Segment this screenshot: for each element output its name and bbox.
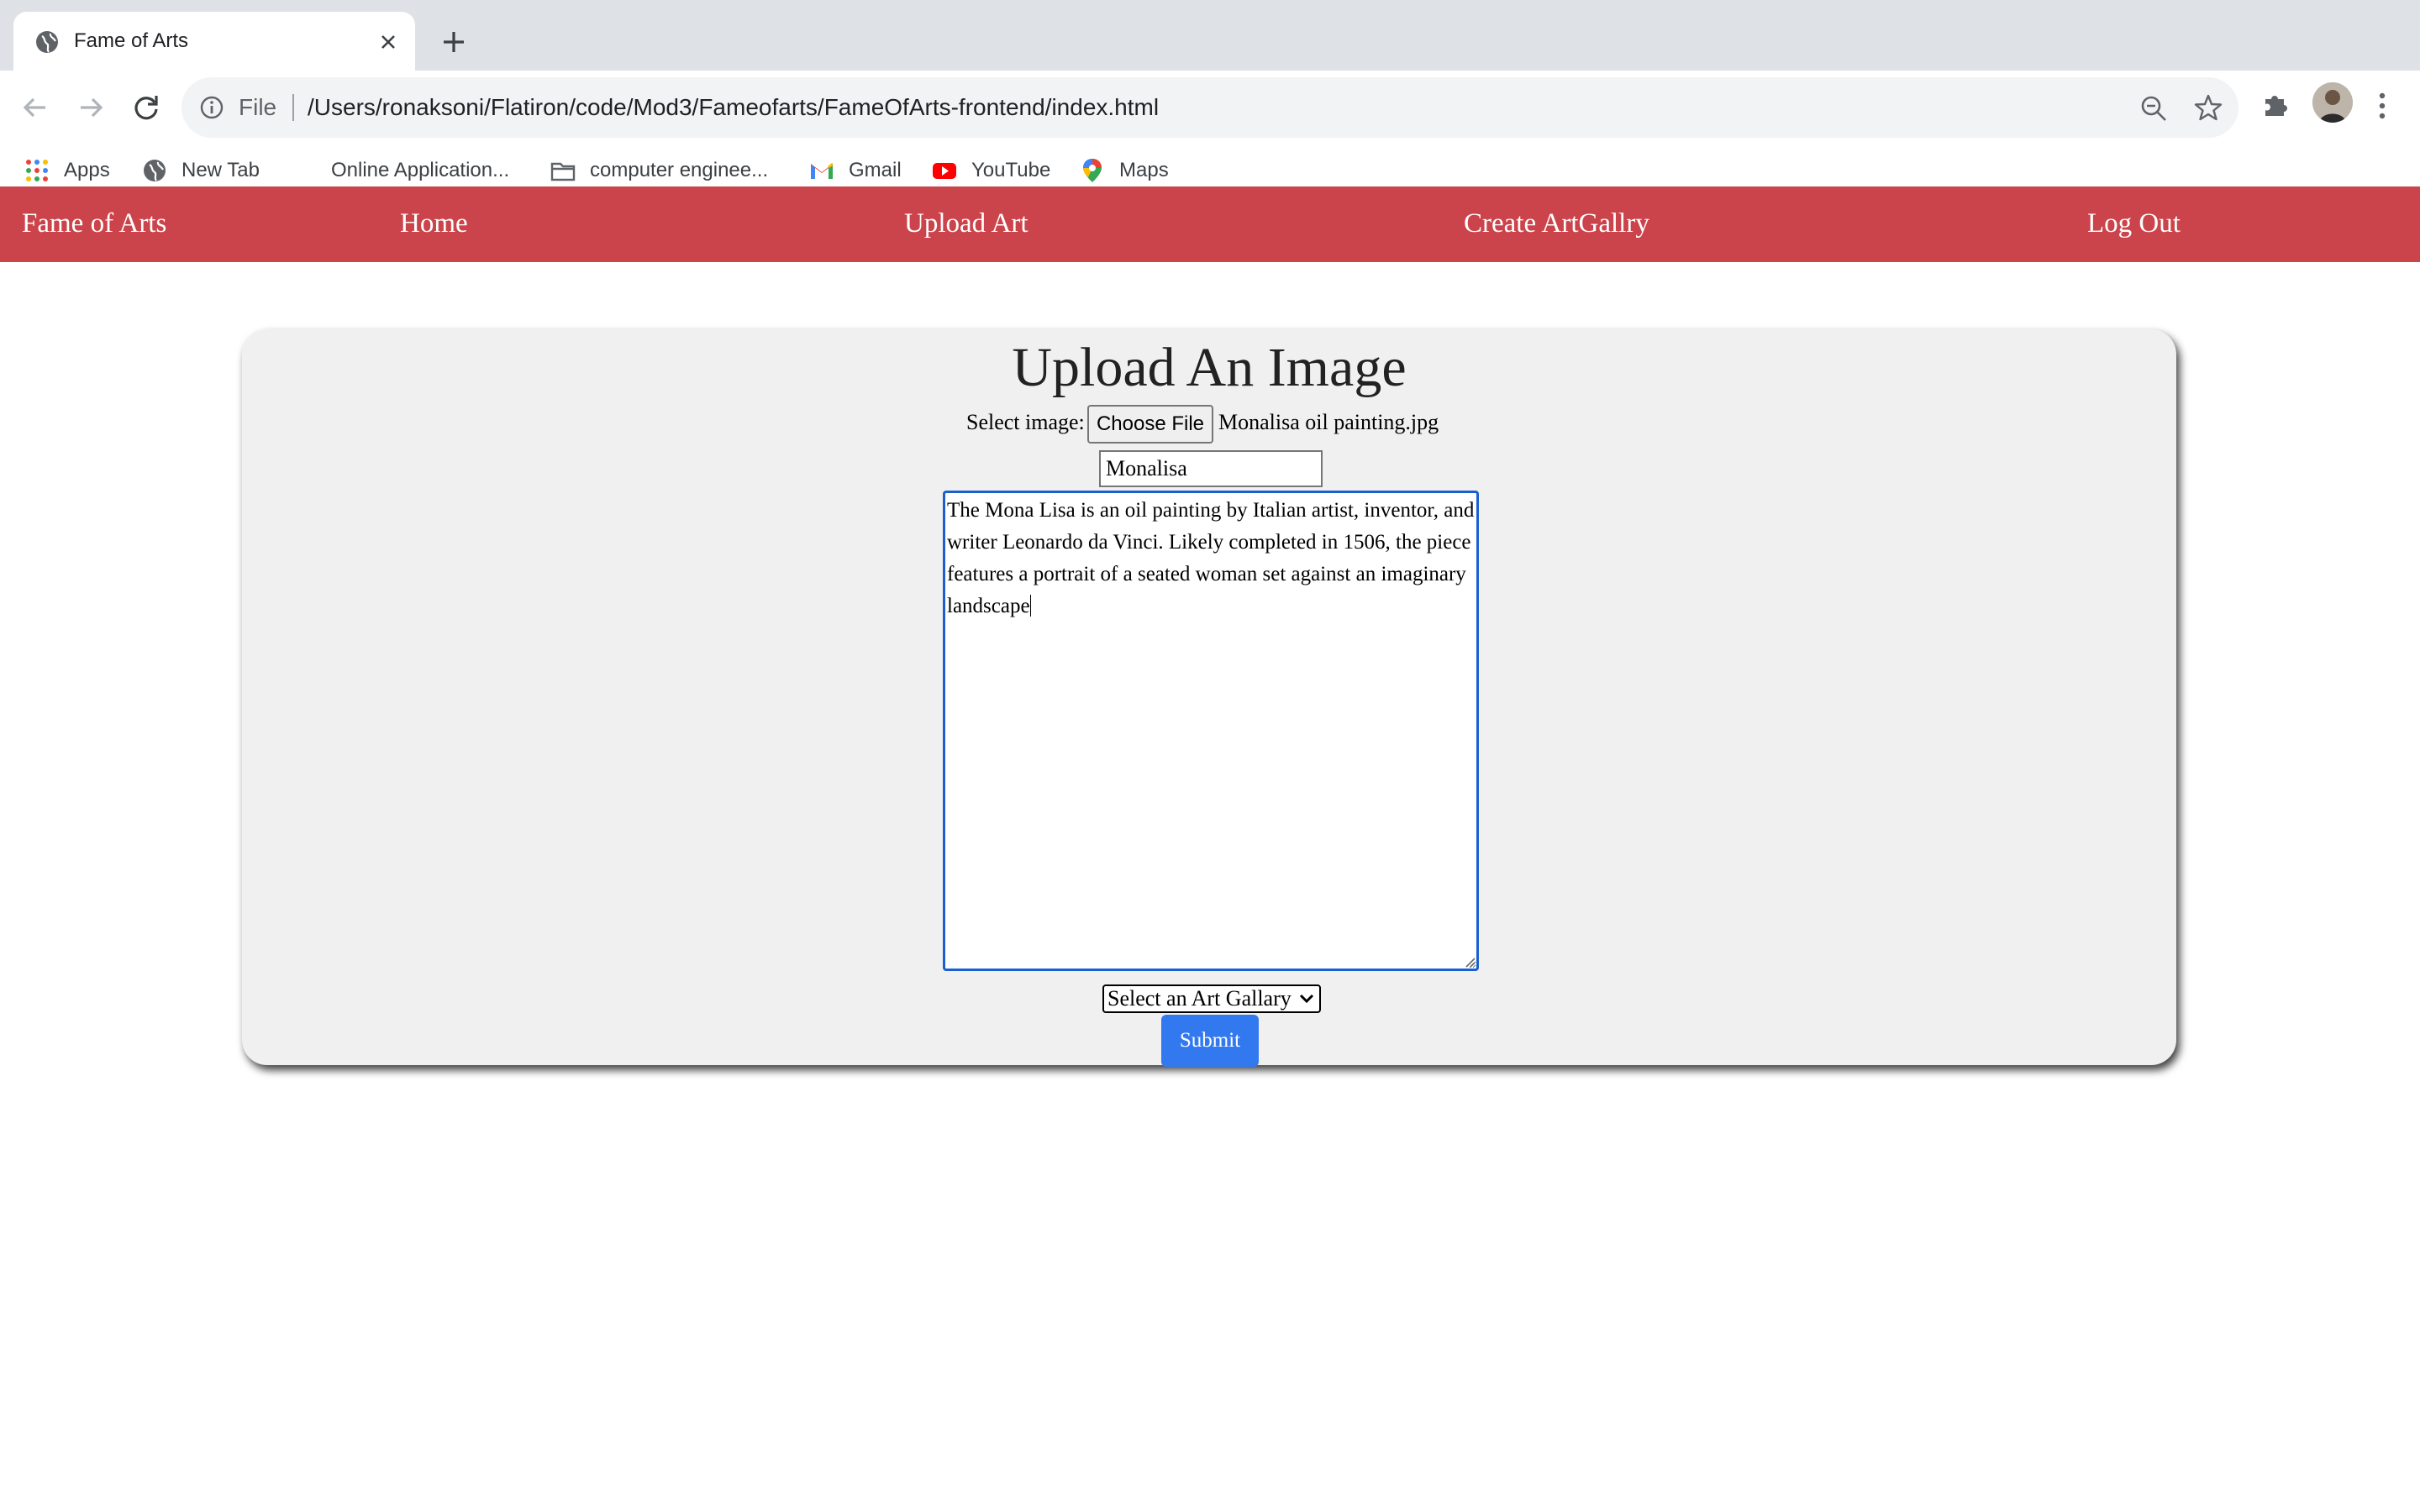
chevron-down-icon: [1299, 994, 1314, 1004]
bookmark-label: Gmail: [849, 159, 902, 181]
bookmark-label: New Tab: [182, 159, 260, 181]
maps-pin-icon: [1083, 159, 1102, 182]
description-textarea[interactable]: The Mona Lisa is an oil painting by Ital…: [943, 491, 1479, 971]
omnibox-divider: [292, 94, 294, 121]
forward-arrow-icon[interactable]: [67, 84, 114, 131]
nav-home-link[interactable]: Home: [400, 205, 468, 242]
reload-icon[interactable]: [123, 84, 170, 131]
nav-logout-link[interactable]: Log Out: [2087, 205, 2181, 242]
url-text[interactable]: /Users/ronaksoni/Flatiron/code/Mod3/Fame…: [308, 92, 1159, 123]
choose-file-button[interactable]: Choose File: [1087, 405, 1213, 444]
upload-form-card: Upload An Image Select image: Choose Fil…: [242, 329, 2176, 1067]
kebab-menu-icon[interactable]: [2370, 89, 2395, 123]
text-cursor: [1029, 595, 1031, 617]
apps-grid-icon: [26, 160, 48, 181]
avatar-person-icon: [2312, 82, 2353, 123]
back-arrow-icon[interactable]: [12, 84, 59, 131]
url-scheme: File: [239, 94, 277, 120]
bookmark-label: Apps: [64, 159, 110, 181]
bookmark-label: computer enginee...: [590, 159, 769, 181]
nav-upload-art-link[interactable]: Upload Art: [904, 205, 1028, 242]
select-image-label: Select image:: [966, 410, 1085, 434]
globe-icon: [36, 31, 58, 53]
bookmark-star-icon[interactable]: [2193, 92, 2223, 123]
browser-toolbar: File /Users/ronaksoni/Flatiron/code/Mod3…: [0, 71, 2420, 202]
tab-strip: Fame of Arts: [0, 0, 2420, 71]
page-title: Upload An Image: [1012, 337, 1407, 398]
description-text: The Mona Lisa is an oil painting by Ital…: [947, 499, 1475, 617]
blank-page-icon: [296, 160, 313, 181]
site-navbar: Fame of Arts Home Upload Art Create ArtG…: [0, 186, 2420, 262]
tab-title: Fame of Arts: [74, 29, 189, 52]
gallery-select-value: Select an Art Gallary: [1107, 986, 1292, 1011]
art-gallery-select[interactable]: Select an Art Gallary: [1102, 984, 1321, 1013]
art-title-input[interactable]: Monalisa: [1099, 450, 1323, 487]
info-icon[interactable]: [198, 94, 225, 121]
resize-grip-icon[interactable]: [1464, 956, 1476, 968]
gmail-icon: [811, 162, 834, 179]
extensions-puzzle-icon[interactable]: [2259, 87, 2292, 121]
bookmark-label: YouTube: [971, 159, 1051, 181]
globe-icon: [144, 160, 166, 181]
nav-create-gallery-link[interactable]: Create ArtGallry: [1464, 205, 1649, 242]
profile-avatar[interactable]: [2312, 82, 2353, 123]
new-tab-plus-icon[interactable]: [437, 25, 471, 59]
folder-icon: [550, 162, 576, 181]
bookmark-label: Online Application...: [331, 159, 510, 181]
bookmark-label: Maps: [1119, 159, 1169, 181]
zoom-out-icon[interactable]: [2139, 94, 2168, 123]
youtube-icon: [933, 163, 956, 179]
close-icon[interactable]: [375, 29, 402, 55]
brand-link[interactable]: Fame of Arts: [22, 205, 166, 242]
browser-tab[interactable]: Fame of Arts: [13, 12, 415, 71]
chosen-file-name: Monalisa oil painting.jpg: [1218, 410, 1439, 434]
address-bar[interactable]: File /Users/ronaksoni/Flatiron/code/Mod3…: [182, 77, 2238, 138]
submit-button[interactable]: Submit: [1161, 1015, 1259, 1067]
